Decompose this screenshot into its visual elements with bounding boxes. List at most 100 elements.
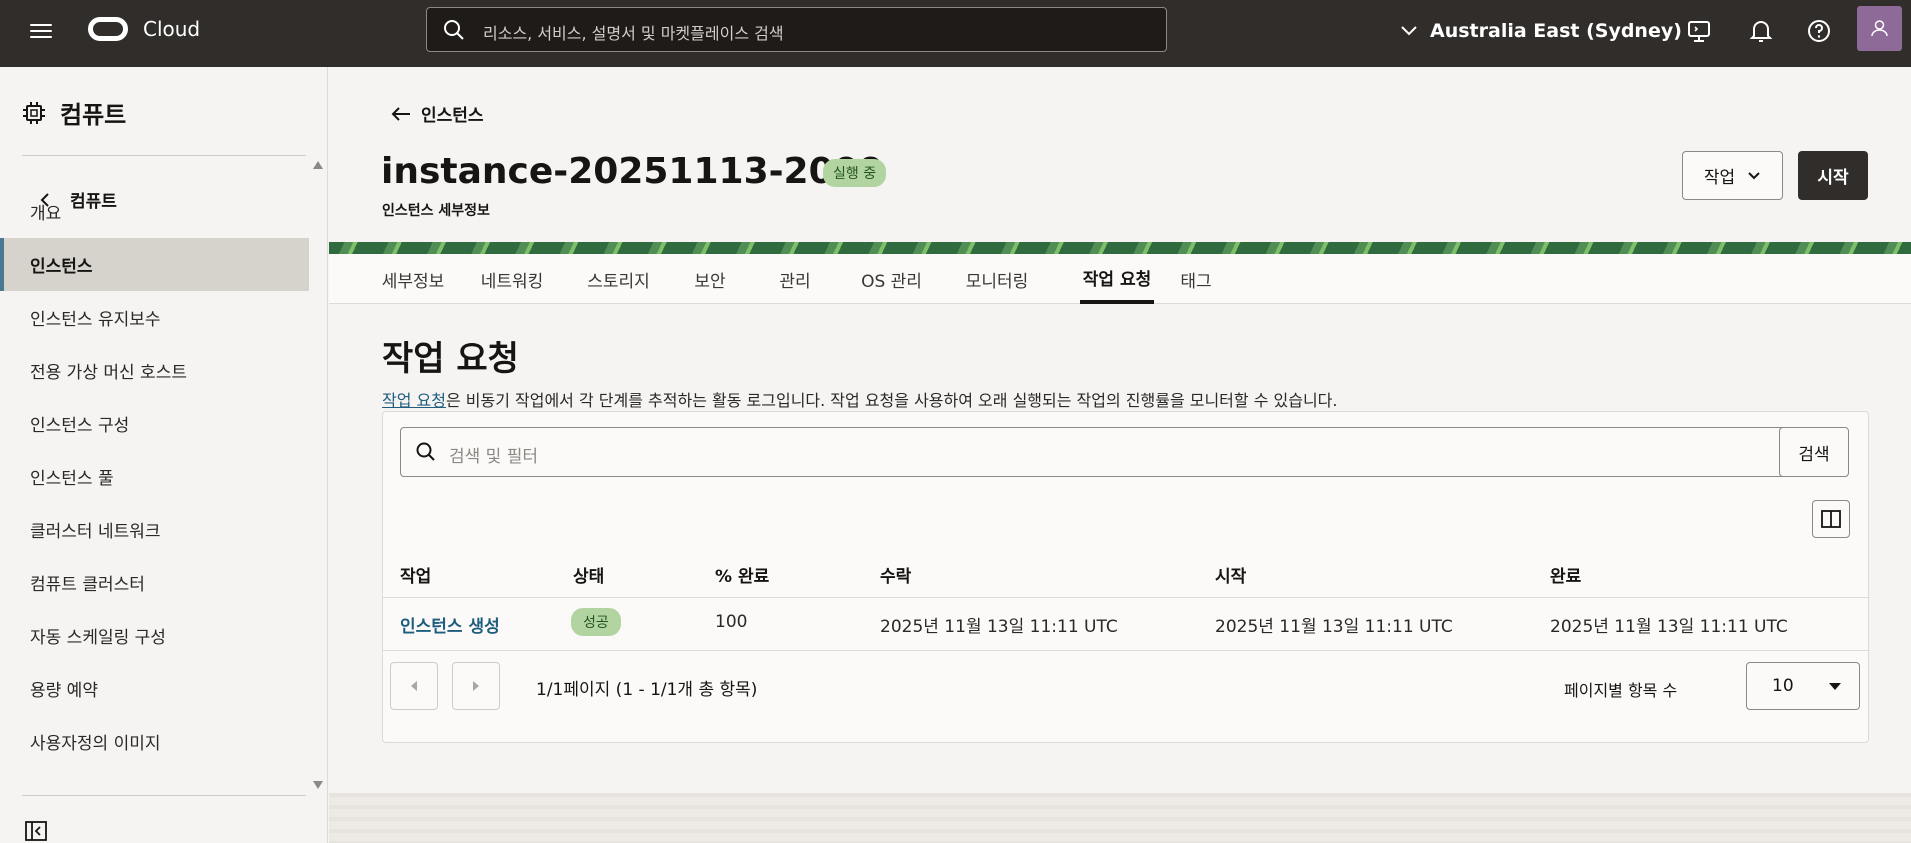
per-page-select[interactable]: 10 [1746, 662, 1860, 710]
sidebar-title: 컴퓨트 [60, 101, 127, 129]
tab-management[interactable]: 관리 [760, 254, 830, 304]
search-icon [444, 20, 464, 40]
tab-work-requests[interactable]: 작업 요청 [1080, 254, 1154, 304]
arrow-left-icon [391, 106, 410, 121]
tab-details[interactable]: 세부정보 [371, 254, 455, 304]
table-divider [383, 650, 1870, 651]
page-title: instance-20251113-2009 [381, 151, 884, 192]
operation-link[interactable]: 인스턴스 생성 [400, 612, 500, 637]
work-requests-doc-link[interactable]: 작업 요청 [382, 391, 446, 410]
oracle-logo[interactable] [88, 17, 128, 41]
avatar[interactable] [1857, 6, 1902, 51]
tab-storage[interactable]: 스토리지 [569, 254, 668, 304]
search-button[interactable]: 검색 [1779, 427, 1849, 477]
region-label: Australia East (Sydney) [1430, 20, 1682, 42]
started-time: 2025년 11월 13일 11:11 UTC [1215, 617, 1453, 637]
back-link-label: 인스턴스 [421, 106, 484, 126]
sidebar-item-capacity-reservations[interactable]: 용량 예약 [0, 662, 309, 715]
chevron-down-icon [1748, 171, 1760, 179]
percent-complete: 100 [715, 612, 748, 632]
sidebar-item-dedicated-vm-hosts[interactable]: 전용 가상 머신 호스트 [0, 344, 309, 397]
sidebar-item-label: 인스턴스 구성 [30, 416, 130, 436]
sidebar-item-label: 컴퓨트 클러스터 [30, 575, 145, 595]
sidebar-item-label: 인스턴스 풀 [30, 469, 114, 489]
menu-icon[interactable] [30, 20, 54, 44]
previous-page-button[interactable] [390, 662, 438, 710]
success-badge: 성공 [571, 608, 621, 636]
per-page-label: 페이지별 항목 수 [1564, 681, 1678, 700]
column-header-accepted[interactable]: 수락 [880, 562, 911, 587]
sidebar-heading: 컴퓨트 [22, 95, 126, 130]
bell-icon[interactable] [1748, 18, 1774, 44]
sidebar-item-label: 인스턴스 [30, 257, 93, 277]
caret-left-icon [411, 681, 417, 691]
sidebar-scrollbar[interactable] [310, 160, 326, 790]
tab-tags[interactable]: 태그 [1165, 254, 1227, 304]
column-settings-button[interactable] [1812, 500, 1850, 538]
cloud-shell-icon[interactable] [1686, 18, 1712, 44]
description-text: 은 비동기 작업에서 각 단계를 추적하는 활동 로그입니다. 작업 요청을 사… [445, 391, 1338, 410]
collapse-sidebar-icon[interactable] [25, 821, 47, 841]
actions-menu-button[interactable]: 작업 [1682, 151, 1783, 200]
sidebar-item-overview[interactable]: 개요 [0, 185, 309, 238]
sidebar-item-cluster-networks[interactable]: 클러스터 네트워크 [0, 503, 309, 556]
accepted-time: 2025년 11월 13일 11:11 UTC [880, 617, 1118, 637]
brand-label[interactable]: Cloud [143, 17, 200, 41]
footer-pattern [329, 793, 1911, 843]
column-header-started[interactable]: 시작 [1215, 562, 1246, 587]
columns-icon [1821, 510, 1841, 528]
tab-monitoring[interactable]: 모니터링 [947, 254, 1047, 304]
chevron-down-icon [1401, 26, 1417, 36]
sidebar-item-instance-pools[interactable]: 인스턴스 풀 [0, 450, 309, 503]
sidebar-item-compute-clusters[interactable]: 컴퓨트 클러스터 [0, 556, 309, 609]
sidebar-item-label: 사용자정의 이미지 [30, 734, 161, 754]
sidebar-item-custom-images[interactable]: 사용자정의 이미지 [0, 715, 309, 768]
search-icon [416, 442, 435, 461]
sidebar-item-label: 자동 스케일링 구성 [30, 628, 166, 648]
per-page-value: 10 [1772, 676, 1794, 696]
finished-time: 2025년 11월 13일 11:11 UTC [1550, 617, 1788, 637]
caret-right-icon [473, 681, 479, 691]
sidebar-divider [22, 155, 306, 156]
pagination-info: 1/1페이지 (1 - 1/1개 총 항목) [536, 680, 758, 700]
region-selector[interactable]: Australia East (Sydney) [1400, 17, 1682, 45]
help-icon[interactable] [1806, 18, 1832, 44]
sidebar-item-autoscaling[interactable]: 자동 스케일링 구성 [0, 609, 309, 662]
section-title: 작업 요청 [382, 339, 519, 379]
caret-down-icon [1829, 683, 1841, 690]
sidebar-item-instance-configurations[interactable]: 인스턴스 구성 [0, 397, 309, 450]
scroll-up-icon[interactable] [312, 160, 324, 170]
header-pattern-strip [329, 242, 1911, 254]
column-header-operation[interactable]: 작업 [400, 562, 431, 587]
global-search-input[interactable]: 리소스, 서비스, 설명서 및 마켓플레이스 검색 [426, 7, 1167, 52]
tab-security[interactable]: 보안 [675, 254, 745, 304]
sidebar-item-label: 용량 예약 [30, 681, 98, 701]
start-button[interactable]: 시작 [1798, 151, 1868, 200]
search-filter-placeholder: 검색 및 필터 [449, 447, 539, 467]
sidebar-bottom-divider [22, 795, 306, 796]
tab-bar: 세부정보 네트워킹 스토리지 보안 관리 OS 관리 모니터링 작업 요청 태그 [329, 254, 1911, 304]
sidebar: 컴퓨트 컴퓨트 개요 인스턴스 인스턴스 유지보수 전용 가상 머신 호스트 인… [0, 67, 328, 843]
status-badge: 실행 중 [823, 159, 887, 187]
scroll-down-icon[interactable] [312, 780, 324, 790]
column-header-percent[interactable]: % 완료 [715, 562, 769, 587]
sidebar-item-label: 개요 [30, 204, 62, 224]
table-divider [383, 597, 1870, 598]
sidebar-item-instances[interactable]: 인스턴스 [0, 238, 309, 291]
search-filter-input[interactable]: 검색 및 필터 [400, 427, 1788, 477]
sidebar-item-label: 인스턴스 유지보수 [30, 310, 161, 330]
section-description: 작업 요청은 비동기 작업에서 각 단계를 추적하는 활동 로그입니다. 작업 … [382, 387, 1337, 411]
chip-icon [23, 101, 45, 124]
top-bar: Cloud 리소스, 서비스, 설명서 및 마켓플레이스 검색 Australi… [0, 0, 1911, 67]
sidebar-item-instance-maintenance[interactable]: 인스턴스 유지보수 [0, 291, 309, 344]
tab-networking[interactable]: 네트워킹 [460, 254, 564, 304]
tab-os-management[interactable]: OS 관리 [842, 254, 941, 304]
column-header-status[interactable]: 상태 [573, 562, 604, 587]
user-icon [1871, 20, 1888, 37]
next-page-button[interactable] [452, 662, 500, 710]
back-to-instances-link[interactable]: 인스턴스 [391, 101, 484, 126]
page-subtitle: 인스턴스 세부정보 [382, 203, 490, 219]
actions-label: 작업 [1703, 168, 1736, 188]
work-requests-panel: 검색 및 필터 검색 작업 상태 % 완료 수락 시작 완료 인스턴스 생성 성… [382, 411, 1870, 743]
column-header-finished[interactable]: 완료 [1550, 562, 1581, 587]
